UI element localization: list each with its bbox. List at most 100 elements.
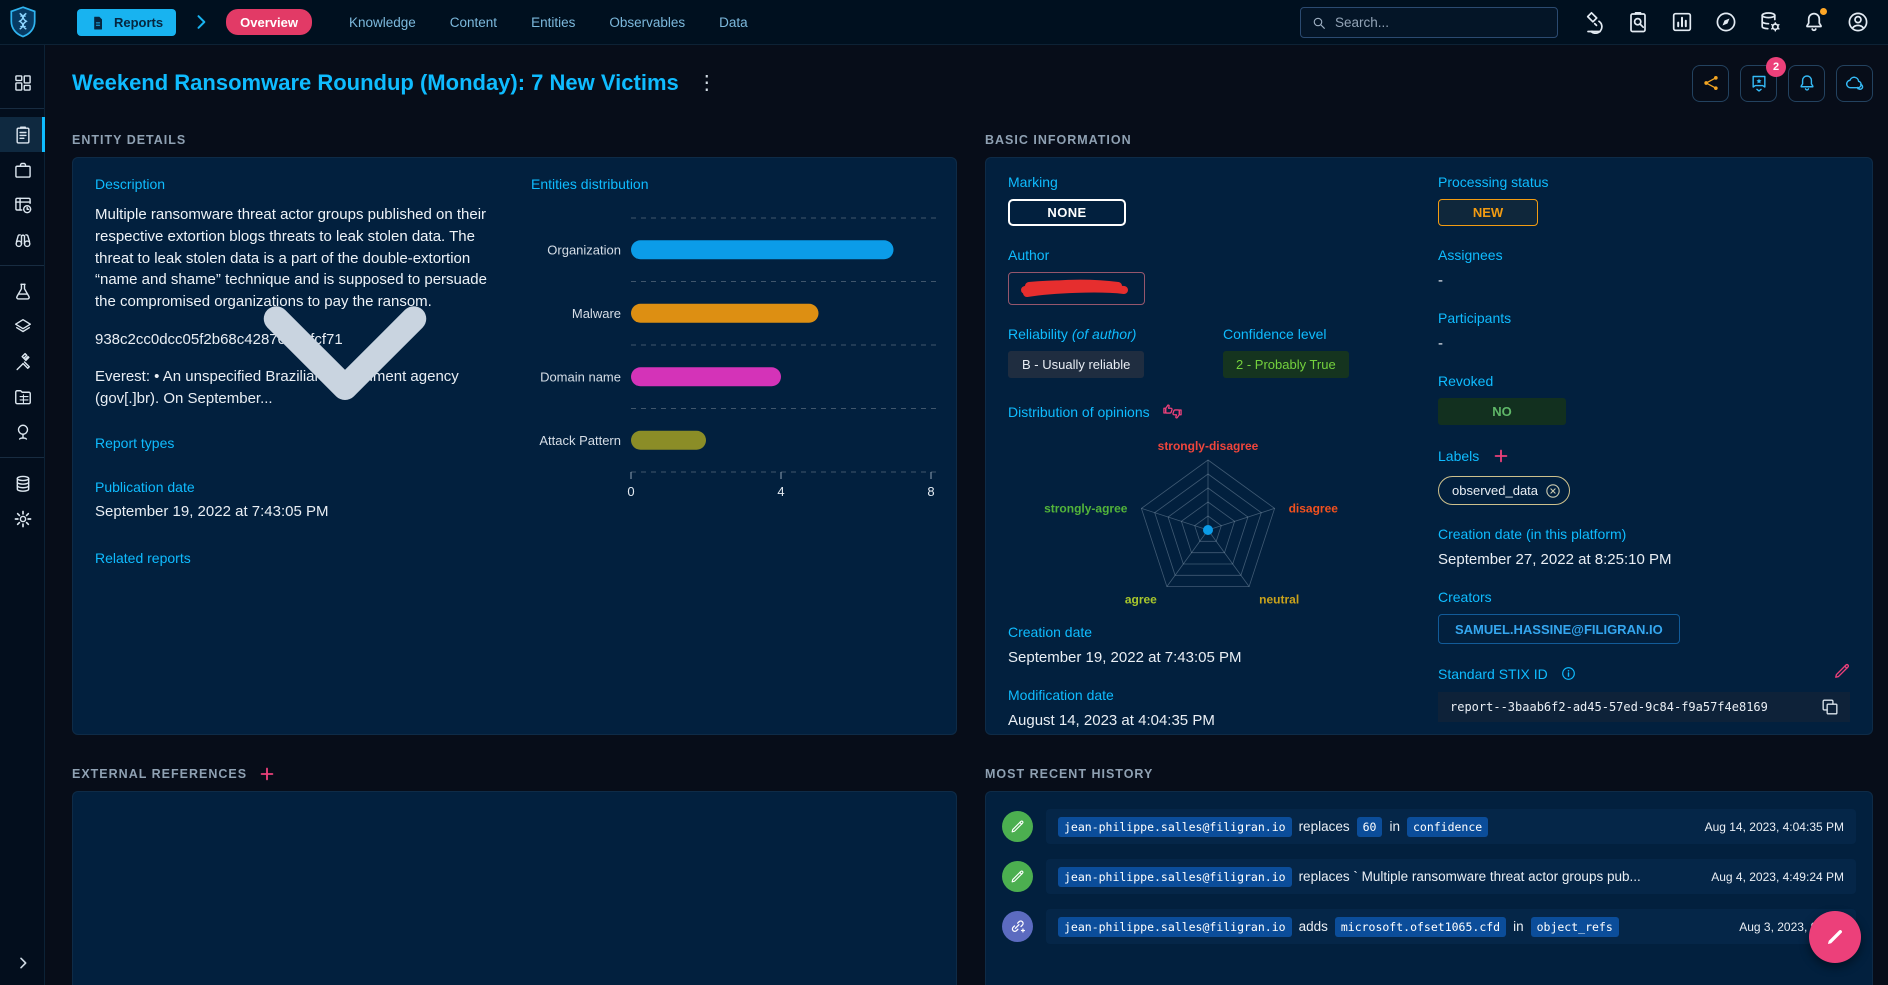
sidebar-divider: [0, 457, 44, 458]
app-logo[interactable]: [0, 0, 45, 45]
label-chip-observed-data[interactable]: observed_data: [1438, 476, 1570, 505]
svg-text:disagree: disagree: [1289, 501, 1339, 515]
assignees-value: -: [1438, 272, 1850, 289]
creator-chip[interactable]: SAMUEL.HASSINE@FILIGRAN.IO: [1438, 614, 1680, 644]
processing-status-chip[interactable]: NEW: [1438, 199, 1538, 226]
investigations-button[interactable]: [1626, 10, 1650, 34]
svg-text:Attack Pattern: Attack Pattern: [539, 433, 621, 448]
sidebar-item-locations[interactable]: [0, 414, 45, 449]
sidebar-item-settings[interactable]: [0, 501, 45, 536]
field-modification-date: Modification date August 14, 2023 at 4:0…: [1008, 687, 1408, 729]
assignees-label: Assignees: [1438, 247, 1850, 263]
tab-content[interactable]: Content: [450, 15, 497, 30]
sidebar-item-observations[interactable]: [0, 222, 45, 257]
explore-button[interactable]: [1714, 10, 1738, 34]
tab-observables[interactable]: Observables: [609, 15, 685, 30]
profile-button[interactable]: [1846, 10, 1870, 34]
entities-distribution-title: Entities distribution: [531, 176, 941, 192]
field-confidence: Confidence level 2 - Probably True: [1223, 326, 1349, 378]
account-icon: [1846, 14, 1870, 29]
collapse-description-button[interactable]: [195, 200, 495, 500]
description-label: Description: [95, 176, 495, 192]
subscribe-button[interactable]: [1788, 65, 1825, 102]
svg-text:0: 0: [627, 484, 634, 499]
entity-tabs: Knowledge Content Entities Observables Data: [349, 15, 748, 30]
sidebar-item-threats[interactable]: [0, 274, 45, 309]
revoked-label: Revoked: [1438, 373, 1850, 389]
history-message: jean-philippe.salles@filigran.ioreplaces…: [1046, 859, 1856, 894]
basic-info-left: Marking NONE Author: [1008, 174, 1408, 718]
sidebar-item-analyses[interactable]: [0, 117, 45, 152]
sidebar-item-events[interactable]: [0, 187, 45, 222]
tab-overview-active[interactable]: Overview: [226, 9, 312, 35]
notifications-button[interactable]: [1802, 10, 1826, 34]
lab-button[interactable]: [1582, 10, 1606, 34]
edit-fab[interactable]: [1809, 911, 1861, 963]
basic-information-card: Marking NONE Author: [985, 157, 1873, 735]
section-title: EXTERNAL REFERENCES: [72, 767, 247, 781]
basic-info-right: Processing status NEW Assignees - Partic…: [1438, 174, 1850, 718]
sidebar-item-cases[interactable]: [0, 152, 45, 187]
sidebar-item-techniques[interactable]: [0, 344, 45, 379]
related-reports-label: Related reports: [95, 550, 495, 566]
entity-details-header: ENTITY DETAILS: [72, 131, 957, 149]
bell-icon: [1797, 73, 1817, 93]
thumbs-up-down-icon: [1162, 401, 1183, 422]
marking-chip[interactable]: NONE: [1008, 199, 1126, 226]
data-processing-button[interactable]: [1758, 10, 1782, 34]
export-button[interactable]: 2: [1740, 65, 1777, 102]
history-text: in: [1389, 819, 1400, 834]
history-text: replaces: [1299, 819, 1350, 834]
history-avatar: [1002, 811, 1033, 842]
info-icon[interactable]: [1560, 665, 1577, 682]
sidebar-item-data[interactable]: [0, 466, 45, 501]
breadcrumb-reports-button[interactable]: Reports: [77, 9, 176, 36]
enrich-button[interactable]: [1836, 65, 1873, 102]
search-input[interactable]: [1335, 15, 1547, 30]
history-header: MOST RECENT HISTORY: [985, 765, 1873, 783]
svg-text:agree: agree: [1125, 593, 1157, 607]
history-card: jean-philippe.salles@filigran.io replaces…: [985, 791, 1873, 985]
grid-icon: [13, 73, 33, 93]
db-gear-icon: [1758, 14, 1782, 29]
opencti-app: Reports Overview Knowledge Content Entitie…: [0, 0, 1888, 985]
modification-date-label: Modification date: [1008, 687, 1408, 703]
sidebar-divider: [0, 108, 44, 109]
tab-entities[interactable]: Entities: [531, 15, 575, 30]
tab-knowledge[interactable]: Knowledge: [349, 15, 416, 30]
author-chip-redacted[interactable]: [1008, 272, 1145, 305]
page-title: Weekend Ransomware Roundup (Monday): 7 N…: [72, 70, 679, 96]
field-assignees: Assignees -: [1438, 247, 1850, 289]
custom-dashboards-button[interactable]: [1670, 10, 1694, 34]
participants-label: Participants: [1438, 310, 1850, 326]
history-date: Aug 14, 2023, 4:04:35 PM: [1695, 820, 1844, 834]
confidence-chip: 2 - Probably True: [1223, 351, 1349, 378]
copy-stix-id-button[interactable]: [1820, 697, 1840, 717]
history-text: replaces ` Multiple ransomware threat ac…: [1299, 869, 1641, 884]
history-avatar: [1002, 911, 1033, 942]
flask-icon: [13, 282, 33, 302]
microscope-icon: [1582, 14, 1606, 29]
history-chip: object_refs: [1531, 917, 1619, 937]
tab-data[interactable]: Data: [719, 15, 748, 30]
svg-text:strongly-agree: strongly-agree: [1044, 501, 1128, 515]
history-chip: 60: [1357, 817, 1383, 837]
confidence-label: Confidence level: [1223, 326, 1349, 342]
share-button[interactable]: [1692, 65, 1729, 102]
stix-id-value: report--3baab6f2-ad45-57ed-9c84-f9a57f4e…: [1450, 700, 1768, 714]
edit-stix-id-button[interactable]: [1832, 661, 1852, 681]
reliability-confidence-row: Reliability (of author) B - Usually reli…: [1008, 326, 1408, 378]
sidebar-item-arsenal[interactable]: [0, 309, 45, 344]
bell-icon: [1802, 14, 1826, 29]
add-label-button[interactable]: [1491, 446, 1511, 466]
sidebar-item-entities[interactable]: [0, 379, 45, 414]
add-opinion-button[interactable]: [1162, 401, 1183, 422]
remove-label-icon[interactable]: [1544, 482, 1562, 500]
svg-text:neutral: neutral: [1259, 593, 1299, 607]
add-external-reference-button[interactable]: [257, 764, 277, 784]
sidebar-expand-button[interactable]: [0, 951, 45, 975]
export-badge: 2: [1766, 57, 1786, 77]
history-chip: jean-philippe.salles@filigran.io: [1058, 917, 1292, 937]
sidebar-item-home[interactable]: [0, 65, 45, 100]
kebab-menu-icon[interactable]: ⋮: [697, 73, 717, 93]
